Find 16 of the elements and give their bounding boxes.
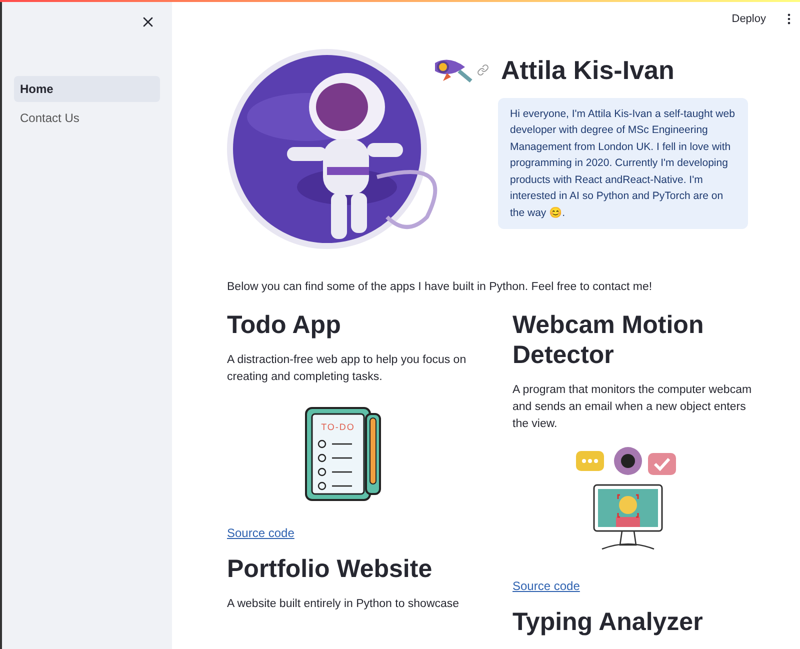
- app-title: Webcam Motion Detector: [512, 310, 705, 370]
- app-description: A website built entirely in Python to showcase: [227, 597, 460, 612]
- sidebar-item[interactable]: Contact Us: [14, 105, 160, 131]
- app-title: Portfolio Website: [227, 554, 434, 584]
- sidebar-item[interactable]: Home: [14, 76, 160, 102]
- source-code-link[interactable]: Source code: [227, 524, 294, 542]
- bio-text: Hi everyone, I'm Attila Kis-Ivan a self-taught web developer with degree of MSc Engineering Management from London UK. I fell in love with programming in 2020. Currently I'm developing products with React andReact-Native. I'm interested in AI so Python and PyTorch are on the way 😊.: [510, 108, 735, 219]
- page-title: Attila Kis-Ivan: [501, 54, 674, 87]
- deploy-button[interactable]: Deploy: [724, 11, 774, 28]
- app-description: A program that monitors the computer webcam and sends an email when a new object enters the view.: [512, 383, 752, 432]
- app-description: A distraction-free web app to help you focus on creating and completing tasks.: [227, 353, 467, 385]
- app-title: Typing Analyzer: [512, 607, 704, 637]
- app-title: Todo App: [227, 310, 342, 340]
- link-icon[interactable]: [477, 64, 489, 76]
- source-code-link[interactable]: Source code: [512, 577, 580, 595]
- intro-text: Below you can find some of the apps I have built in Python. Feel free to contact me!: [227, 280, 654, 295]
